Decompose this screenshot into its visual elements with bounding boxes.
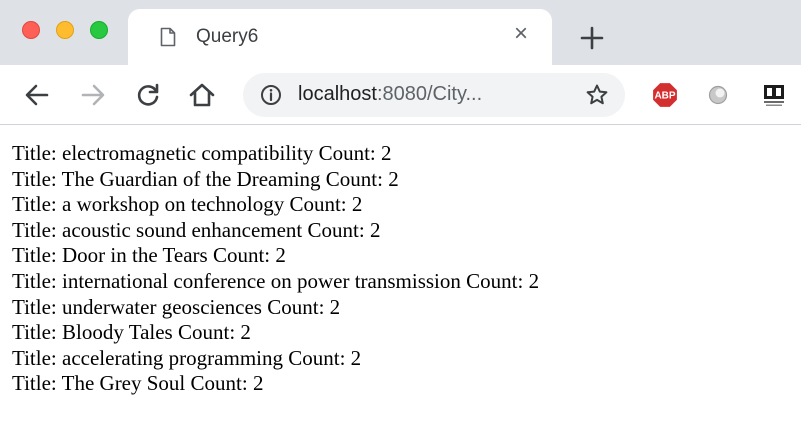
result-count: 2 [528,268,540,293]
count-label: Count: [289,192,347,217]
title-label: Title: [12,268,57,293]
count-label: Count: [325,166,383,191]
result-line: Title: electromagnetic compatibility Cou… [12,141,792,167]
count-label: Count: [177,320,236,345]
url-host: localhost [298,83,377,105]
title-label: Title: [12,217,57,242]
count-label: Count: [190,371,248,396]
result-title: electromagnetic compatibility [62,141,314,165]
result-title: underwater geosciences [62,294,262,319]
count-label: Count: [288,345,346,370]
adblock-plus-icon[interactable]: ABP [651,81,679,109]
bookmark-star-icon[interactable] [585,83,609,107]
result-line: Title: accelerating programming Count: 2 [12,346,792,372]
title-label: Title: [12,192,57,217]
query-results: Title: electromagnetic compatibility Cou… [12,141,792,397]
result-line: Title: Bloody Tales Count: 2 [12,320,792,346]
result-count: 2 [329,294,341,319]
title-label: Title: [12,371,57,396]
reload-icon[interactable] [133,80,163,110]
result-title: Door in the Tears [62,243,208,268]
url-text[interactable]: localhost:8080/City... [298,83,482,106]
circle-extension-icon[interactable] [704,81,732,109]
page-icon [160,27,176,47]
tab-close-icon[interactable]: × [508,21,534,47]
result-line: Title: international conference on power… [12,269,792,295]
forward-arrow-icon[interactable] [78,80,108,110]
title-label: Title: [12,345,57,370]
count-label: Count: [267,294,325,319]
window-minimize-button[interactable] [56,21,74,39]
url-path: :8080/City... [376,83,483,105]
result-line: Title: a workshop on technology Count: 2 [12,192,792,218]
dolby-voice-icon[interactable] [760,81,788,109]
result-count: 2 [381,141,392,165]
result-count: 2 [350,345,362,370]
home-icon[interactable] [187,80,217,110]
result-count: 2 [240,320,251,345]
browser-toolbar: localhost:8080/City... ABP [0,65,801,125]
result-title: The Guardian of the Dreaming [61,166,321,191]
address-bar[interactable]: localhost:8080/City... [243,73,625,117]
result-count: 2 [351,192,363,217]
result-count: 2 [369,217,381,242]
result-title: international conference on power transm… [62,268,461,293]
result-line: Title: The Guardian of the Dreaming Coun… [12,167,792,193]
result-count: 2 [275,243,286,268]
tab-title: Query6 [196,26,259,47]
tab-query6[interactable]: Query6 × [128,9,552,65]
title-label: Title: [12,294,57,319]
result-count: 2 [252,371,264,396]
svg-text:ABP: ABP [654,91,675,102]
count-label: Count: [466,268,524,293]
window-zoom-button[interactable] [90,21,108,39]
count-label: Count: [307,217,365,242]
title-label: Title: [12,320,57,345]
count-label: Count: [318,141,376,165]
result-title: acoustic sound enhancement [62,217,303,242]
title-label: Title: [12,141,57,165]
result-line: Title: underwater geosciences Count: 2 [12,295,792,321]
result-title: a workshop on technology [62,192,285,217]
back-arrow-icon[interactable] [22,80,52,110]
title-label: Title: [12,243,57,268]
title-label: Title: [12,166,57,191]
window-close-button[interactable] [22,21,40,39]
info-icon[interactable] [260,84,282,106]
new-tab-plus-icon[interactable] [577,23,607,53]
count-label: Count: [212,243,271,268]
result-count: 2 [388,166,399,191]
result-line: Title: acoustic sound enhancement Count:… [12,218,792,244]
result-title: Bloody Tales [62,320,173,345]
result-line: Title: The Grey Soul Count: 2 [12,371,792,397]
result-line: Title: Door in the Tears Count: 2 [12,243,792,269]
result-title: The Grey Soul [61,371,186,396]
tab-strip: Query6 × [0,0,801,65]
result-title: accelerating programming [62,345,283,370]
